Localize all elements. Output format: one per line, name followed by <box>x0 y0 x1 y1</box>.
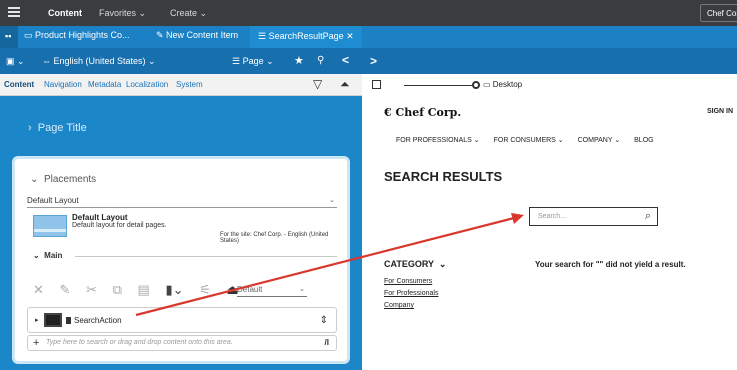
add-content-icon[interactable]: ▮⌄ <box>165 282 183 297</box>
chevron-down-icon: ⌄ <box>329 197 335 204</box>
placements-header[interactable]: ⌄ Placements <box>30 174 96 185</box>
content-form: › Page Title ⌄ Placements Default Layout… <box>0 96 362 370</box>
divider <box>75 256 337 257</box>
monitor-icon: ▭ <box>483 80 493 89</box>
category-link-consumers[interactable]: For Consumers <box>384 278 432 285</box>
chevron-down-icon: ⌄ <box>436 259 447 269</box>
star-icon[interactable]: ★ <box>294 54 304 67</box>
layout-thumbnail <box>33 215 67 237</box>
collapse-down-icon[interactable]: ▽ <box>313 77 322 91</box>
document-icon <box>66 317 71 324</box>
layout-site: For the site: Chef Corp. - English (Unit… <box>220 232 329 244</box>
list-icon: ☰ <box>258 31 269 41</box>
search-results-title: SEARCH RESULTS <box>384 169 503 184</box>
tab-new-content-item[interactable]: ✎ New Content Item <box>156 30 238 41</box>
page-type-icon: ☰ <box>232 56 243 66</box>
chevron-down-icon: ⌄ <box>33 251 45 260</box>
tab-localization[interactable]: Localization <box>126 80 168 89</box>
no-result-message: Your search for "" did not yield a resul… <box>535 260 686 269</box>
page-title-property[interactable]: › Page Title <box>28 122 87 134</box>
cut-icon[interactable]: ✂ <box>86 282 97 297</box>
nav-blog[interactable]: BLOG <box>634 137 653 144</box>
collapse-up-icon[interactable]: ⏶ <box>340 77 350 92</box>
page-icon: ▭ <box>24 30 36 40</box>
tab-system[interactable]: System <box>176 80 203 89</box>
paste-icon[interactable]: ▤ <box>138 282 150 297</box>
logo-icon: € <box>384 106 396 119</box>
device-slider-handle[interactable] <box>472 81 480 89</box>
page-type-selector[interactable]: ☰ Page ⌄ <box>232 56 274 67</box>
tabs-overview-icon[interactable]: ▪▪ <box>0 26 18 48</box>
site-selector[interactable]: ⇔ English (United States) ⌄ <box>42 56 156 67</box>
tab-bar: ▪▪ ▭ Product Highlights Co... ✎ New Cont… <box>0 26 737 48</box>
add-content-field[interactable]: + Type here to search or drag and drop c… <box>27 335 337 351</box>
top-bar: Content Favorites ⌄ Create ⌄ Chef Corp <box>0 0 737 26</box>
pin-icon[interactable]: ⚲ <box>317 55 324 66</box>
device-label: ▭ Desktop <box>483 80 523 89</box>
placement-item-search-action[interactable]: ▸ SearchAction ⇕ <box>27 307 337 333</box>
edit-icon[interactable]: ✎ <box>60 282 71 297</box>
user-button[interactable]: Chef Corp <box>700 4 737 22</box>
category-filter[interactable]: CATEGORY ⌄ <box>384 259 446 270</box>
layout-select[interactable]: Default Layout ⌄ <box>27 196 337 208</box>
plus-icon[interactable]: + <box>33 337 39 349</box>
site-logo[interactable]: € Chef Corp. <box>384 106 461 119</box>
pencil-icon: ✎ <box>156 30 167 40</box>
tab-metadata[interactable]: Metadata <box>88 80 121 89</box>
preview-controls: ▭ Desktop <box>362 74 737 96</box>
expand-triangle-icon[interactable]: ▸ <box>35 316 39 324</box>
preview-toolbar: > <box>362 48 737 74</box>
tab-content[interactable]: Content <box>4 80 34 89</box>
search-icon[interactable]: ⌕ <box>645 210 651 223</box>
item-thumbnail <box>44 313 62 327</box>
swap-icon: ⇔ <box>42 56 54 66</box>
create-menu[interactable]: Create ⌄ <box>170 8 207 19</box>
panel-toggle-icon[interactable]: ▣ ⌄ <box>6 56 25 67</box>
chevron-right-icon: › <box>28 122 38 134</box>
chevron-down-icon: ⌄ <box>299 286 305 293</box>
site-nav: FOR PROFESSIONALS ⌄ FOR CONSUMERS ⌄ COMP… <box>396 136 666 144</box>
library-icon[interactable]: /I <box>325 338 329 347</box>
category-link-professionals[interactable]: For Professionals <box>384 290 438 297</box>
search-input[interactable]: Search... ⌕ <box>529 207 658 226</box>
site-preview: € Chef Corp. SIGN IN FOR PROFESSIONALS ⌄… <box>362 96 737 370</box>
form-tabs: Content Navigation Metadata Localization… <box>0 74 362 96</box>
tab-product-highlights[interactable]: ▭ Product Highlights Co... <box>24 30 130 41</box>
favorites-menu[interactable]: Favorites ⌄ <box>99 8 146 19</box>
view-type-select[interactable]: Default ⌄ <box>237 285 307 297</box>
chevron-left-icon[interactable]: < <box>342 53 349 67</box>
nav-for-professionals[interactable]: FOR PROFESSIONALS ⌄ <box>396 137 480 144</box>
fullscreen-icon[interactable] <box>372 80 381 89</box>
nav-company[interactable]: COMPANY ⌄ <box>578 137 621 144</box>
layout-title: Default Layout <box>72 213 128 222</box>
tab-search-result-page[interactable]: ☰ SearchResultPage ✕ <box>250 26 362 48</box>
chevron-down-icon: ⌄ <box>30 174 44 185</box>
drag-handle-icon[interactable]: ⇕ <box>320 315 328 326</box>
tab-navigation[interactable]: Navigation <box>44 80 82 89</box>
content-menu[interactable]: Content <box>48 8 82 18</box>
nav-for-consumers[interactable]: FOR CONSUMERS ⌄ <box>494 137 564 144</box>
filter-icon[interactable]: ⚟ <box>199 282 211 297</box>
chevron-right-icon[interactable]: > <box>370 54 377 68</box>
category-link-company[interactable]: Company <box>384 302 414 309</box>
sign-in-link[interactable]: SIGN IN <box>707 108 733 115</box>
copy-icon[interactable]: ⧉ <box>113 282 122 297</box>
remove-icon[interactable]: ✕ <box>33 282 44 297</box>
hamburger-icon[interactable] <box>8 7 20 17</box>
placements-panel: ⌄ Placements Default Layout ⌄ Default La… <box>12 156 350 364</box>
placement-toolbar: ✕ ✎ ✂ ⧉ ▤ ▮⌄ ⚟ ⏏ <box>33 282 251 300</box>
editor-toolbar: ▣ ⌄ ⇔ English (United States) ⌄ ☰ Page ⌄… <box>0 48 362 74</box>
device-slider-track[interactable] <box>404 85 474 86</box>
main-section-header[interactable]: ⌄ Main <box>33 251 62 260</box>
layout-description: Default layout for detail pages. <box>72 222 167 229</box>
